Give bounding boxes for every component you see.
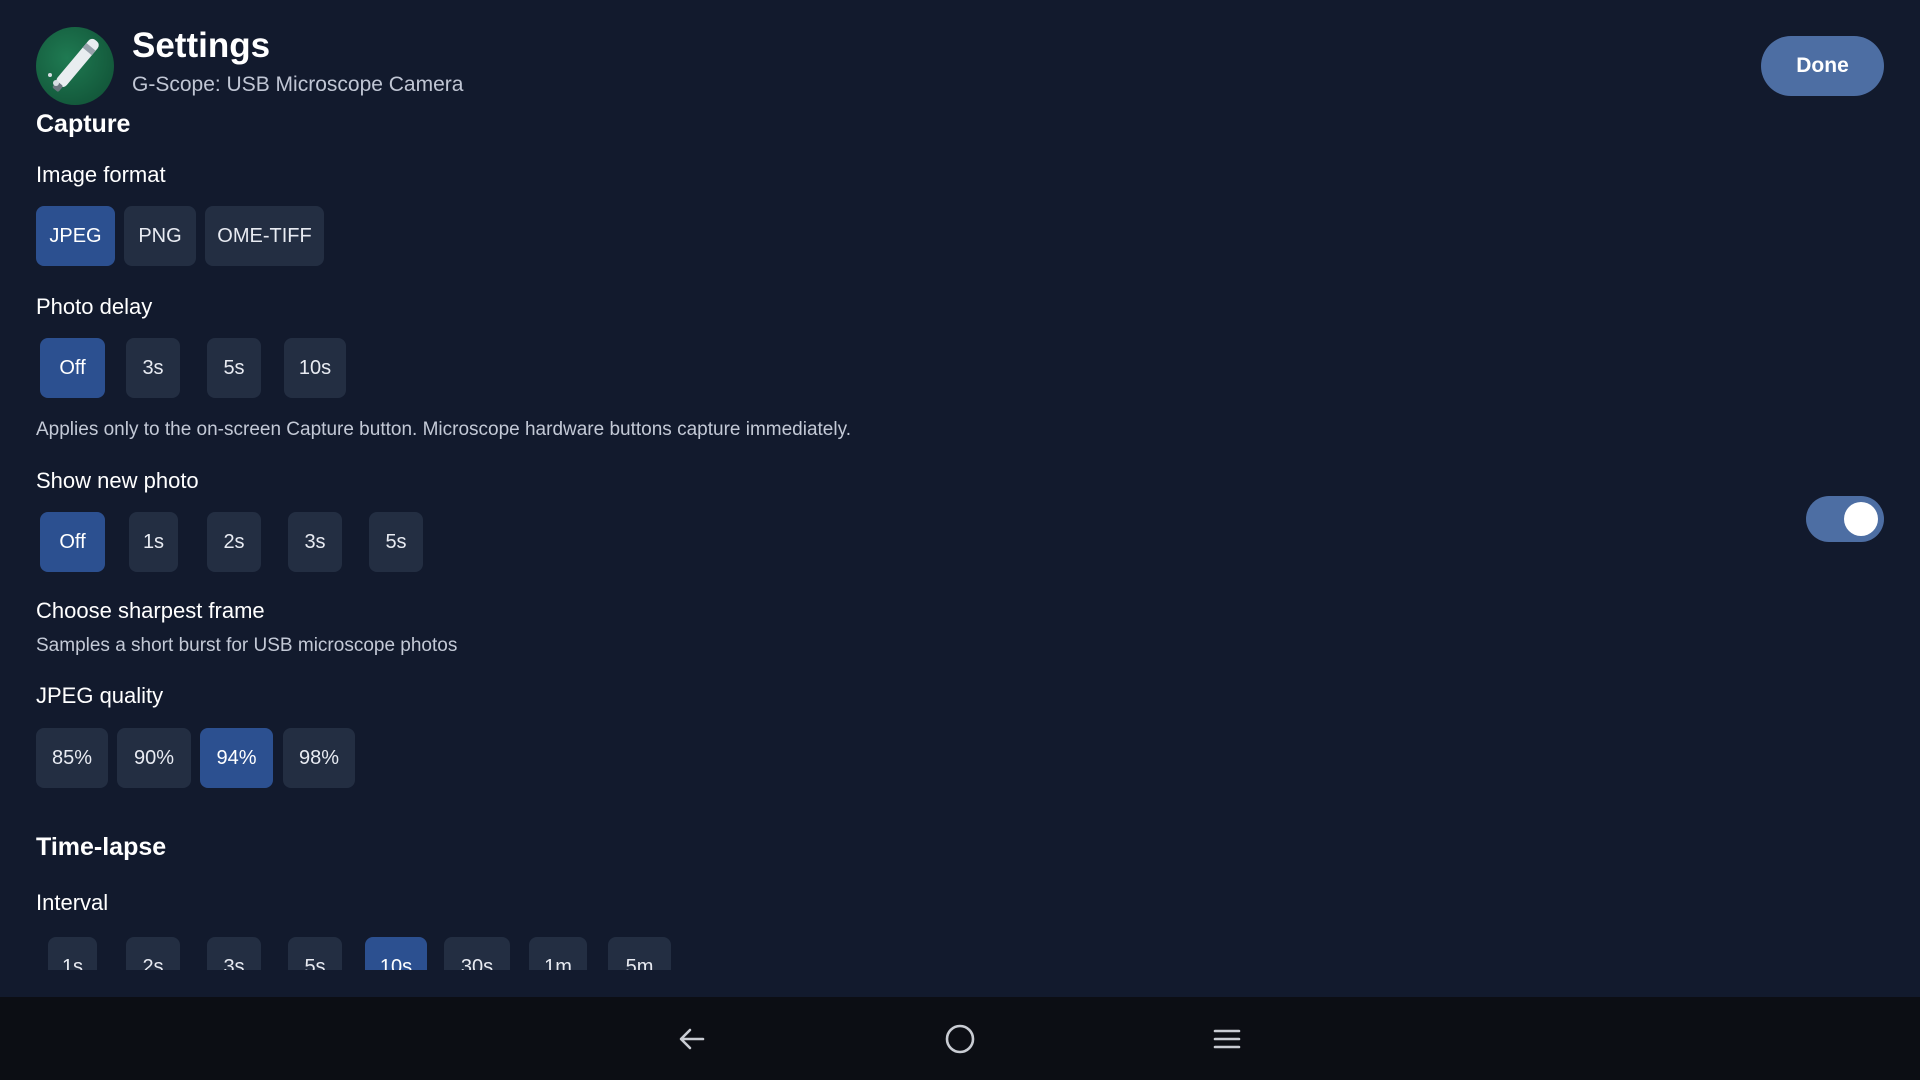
interval-label: Interval: [36, 890, 109, 915]
photo-delay-hint: Applies only to the on-screen Capture bu…: [36, 419, 851, 440]
photo-delay-label: Photo delay: [36, 294, 153, 319]
sharpest-frame-hint: Samples a short burst for USB microscope…: [36, 635, 458, 656]
done-button[interactable]: Done: [1761, 36, 1884, 96]
settings-scroll-area[interactable]: Capture Image format JPEG PNG OME-TIFF P…: [0, 110, 1920, 970]
jpeg-quality-option-98[interactable]: 98%: [283, 728, 355, 788]
show-new-photo-option-5s[interactable]: 5s: [369, 512, 423, 572]
photo-delay-option-3s[interactable]: 3s: [126, 338, 180, 398]
photo-delay-option-off[interactable]: Off: [40, 338, 105, 398]
show-new-photo-option-2s[interactable]: 2s: [207, 512, 261, 572]
interval-option-1m[interactable]: 1m: [529, 937, 587, 970]
section-title-capture: Capture: [36, 110, 131, 138]
interval-option-30s[interactable]: 30s: [444, 937, 510, 970]
jpeg-quality-option-94[interactable]: 94%: [200, 728, 273, 788]
microscope-app-icon: [48, 38, 99, 92]
interval-option-3s[interactable]: 3s: [207, 937, 261, 970]
page-subtitle: G-Scope: USB Microscope Camera: [132, 73, 464, 96]
menu-icon[interactable]: [1203, 1015, 1251, 1063]
photo-delay-option-5s[interactable]: 5s: [207, 338, 261, 398]
app-icon: [36, 27, 114, 105]
jpeg-quality-label: JPEG quality: [36, 683, 164, 708]
home-circle-icon[interactable]: [936, 1015, 984, 1063]
sharpest-frame-toggle[interactable]: [1806, 496, 1884, 542]
back-arrow-icon[interactable]: [668, 1015, 716, 1063]
interval-option-10s[interactable]: 10s: [365, 937, 427, 970]
toggle-knob: [1844, 502, 1878, 536]
image-format-option-png[interactable]: PNG: [124, 206, 196, 266]
show-new-photo-option-1s[interactable]: 1s: [129, 512, 178, 572]
image-format-label: Image format: [36, 162, 166, 187]
jpeg-quality-option-85[interactable]: 85%: [36, 728, 108, 788]
show-new-photo-option-3s[interactable]: 3s: [288, 512, 342, 572]
image-format-option-jpeg[interactable]: JPEG: [36, 206, 115, 266]
sharpest-frame-label: Choose sharpest frame: [36, 598, 265, 623]
jpeg-quality-option-90[interactable]: 90%: [117, 728, 191, 788]
interval-option-2s[interactable]: 2s: [126, 937, 180, 970]
section-title-timelapse: Time-lapse: [36, 833, 167, 861]
header: Settings G-Scope: USB Microscope Camera …: [0, 0, 1920, 110]
photo-delay-option-10s[interactable]: 10s: [284, 338, 346, 398]
interval-option-5s[interactable]: 5s: [288, 937, 342, 970]
show-new-photo-label: Show new photo: [36, 468, 199, 493]
system-navigation-bar: [0, 997, 1920, 1080]
image-format-option-ome-tiff[interactable]: OME-TIFF: [205, 206, 324, 266]
interval-option-1s[interactable]: 1s: [48, 937, 97, 970]
show-new-photo-option-off[interactable]: Off: [40, 512, 105, 572]
interval-option-5m[interactable]: 5m: [608, 937, 671, 970]
page-title: Settings: [132, 26, 271, 65]
